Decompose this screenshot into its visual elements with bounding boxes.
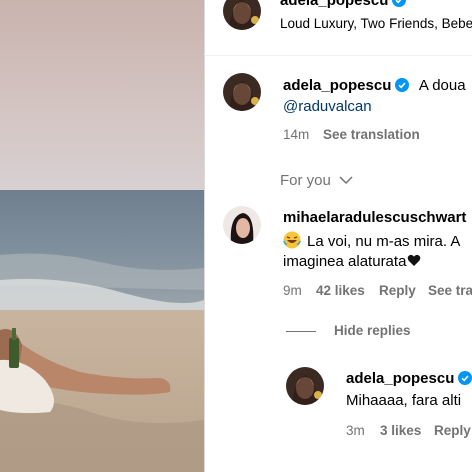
header-username[interactable]: adela_popescu — [280, 0, 407, 9]
see-translation-button[interactable]: See tra — [428, 283, 472, 298]
hide-replies-button[interactable]: Hide replies — [334, 323, 411, 338]
verified-icon — [395, 78, 410, 92]
comment-line: adela_popescu A doua — [283, 77, 466, 95]
reply-username[interactable]: adela_popescu — [346, 370, 472, 387]
comment-text: La voi, nu m-as mira. A — [283, 231, 460, 253]
mention-link[interactable]: @raduvalcan — [283, 98, 372, 115]
reply-button[interactable]: Reply — [434, 423, 471, 438]
post-photo — [0, 0, 204, 472]
see-translation-button[interactable]: See translation — [323, 127, 420, 142]
comment-time: 14m — [283, 127, 310, 142]
audio-title[interactable]: Loud Luxury, Two Friends, Bebe — [280, 16, 472, 31]
replies-line — [286, 331, 316, 332]
for-you-filter[interactable]: For you — [280, 172, 353, 189]
reply-button[interactable]: Reply — [379, 283, 416, 298]
likes-count[interactable]: 42 likes — [316, 283, 365, 298]
avatar[interactable] — [286, 367, 324, 405]
comment-text: A doua — [418, 77, 466, 94]
avatar[interactable] — [223, 0, 261, 30]
reply-text: Mihaaaa, fara alti — [346, 392, 462, 409]
verified-icon — [458, 371, 472, 385]
comment-text-continued: imaginea alaturata — [283, 253, 421, 271]
comment-time: 9m — [283, 283, 302, 298]
black-heart-icon — [407, 254, 421, 271]
header-separator — [205, 55, 472, 56]
avatar[interactable] — [223, 206, 261, 244]
comments-panel: adela_popescu Loud Luxury, Two Friends, … — [205, 0, 472, 472]
chevron-down-icon — [339, 176, 353, 185]
verified-icon — [392, 0, 407, 7]
reply-time: 3m — [346, 423, 365, 438]
likes-count[interactable]: 3 likes — [380, 423, 421, 438]
laughing-emoji-icon — [283, 231, 301, 253]
comment-username[interactable]: mihaelaradulescuschwart — [283, 209, 466, 226]
avatar[interactable] — [223, 73, 261, 111]
comment-username[interactable]: adela_popescu — [283, 77, 391, 94]
